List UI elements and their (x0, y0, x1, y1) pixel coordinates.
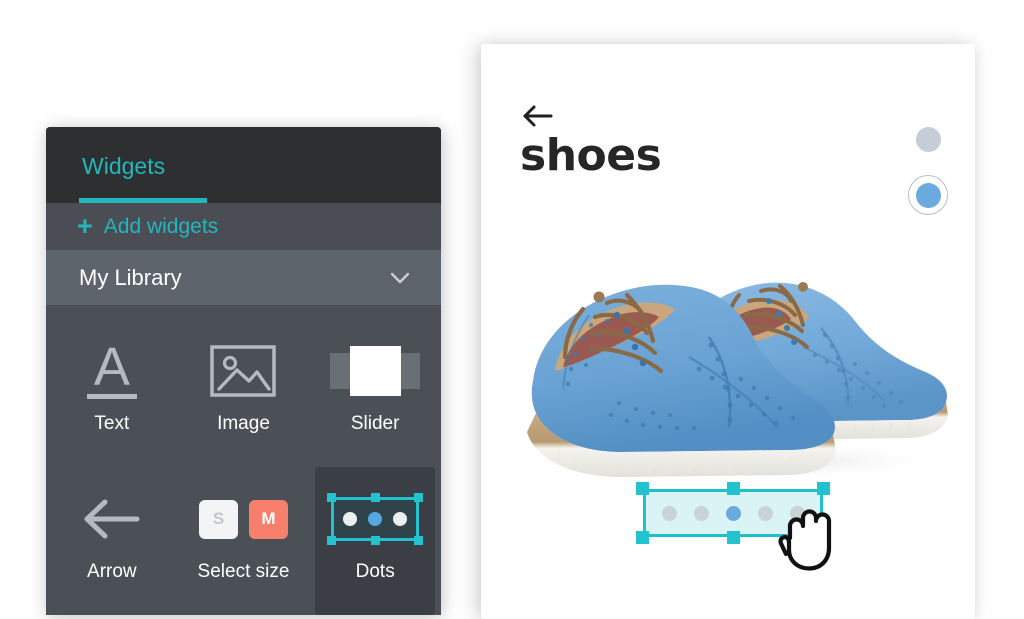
mini-handle-top-left (327, 493, 337, 502)
mini-handle-top-right (414, 493, 424, 502)
image-icon (209, 337, 277, 405)
dot-1[interactable] (661, 505, 677, 521)
resize-handle-top-center[interactable] (726, 482, 740, 495)
icon-dot-1 (343, 512, 358, 526)
widget-label: Text (94, 413, 130, 434)
size-chips-icon: S M (198, 485, 288, 553)
widget-label: Arrow (87, 561, 137, 582)
widget-label: Image (217, 413, 270, 434)
icon-dot-2-active (368, 512, 383, 526)
resize-handle-top-right[interactable] (817, 482, 830, 495)
hand-cursor-icon (776, 508, 838, 572)
widget-cell-dots[interactable]: Dots (315, 467, 435, 615)
tab-widgets[interactable]: Widgets (82, 153, 165, 180)
size-chip-s[interactable]: S (198, 499, 238, 539)
widget-cell-arrow[interactable]: Arrow (52, 467, 172, 615)
plus-icon: + (77, 211, 93, 241)
resize-handle-top-left[interactable] (636, 482, 649, 495)
mini-handle-bottom-center (370, 536, 380, 545)
dot-2[interactable] (693, 505, 709, 521)
color-swatch-blue[interactable] (908, 175, 948, 215)
resize-handle-bottom-center[interactable] (726, 531, 740, 544)
my-library-label: My Library (79, 264, 182, 290)
add-widgets-label: Add widgets (103, 214, 219, 238)
widget-grid: A Text Image Slider Arrow S M Select siz… (46, 305, 441, 615)
dots-icon (327, 485, 424, 553)
slider-side-right (400, 353, 421, 389)
swatch-dot (915, 182, 941, 208)
mini-handle-top-center (370, 493, 380, 502)
widget-cell-slider[interactable]: Slider (315, 319, 435, 467)
size-chip-m[interactable]: M (248, 499, 288, 539)
widget-label: Slider (350, 413, 400, 434)
slider-side-left (330, 353, 350, 389)
add-widgets-button[interactable]: + Add widgets (46, 203, 441, 250)
arrow-left-icon (79, 485, 145, 553)
resize-handle-bottom-left[interactable] (636, 531, 649, 544)
slider-icon (330, 337, 421, 405)
sidebar-tabbar: Widgets (46, 127, 441, 203)
widget-label: Select size (197, 561, 290, 582)
dot-4[interactable] (757, 505, 773, 521)
my-library-section-header[interactable]: My Library (46, 250, 441, 305)
widget-cell-select-size[interactable]: S M Select size (184, 467, 304, 615)
widget-label: Dots (355, 561, 395, 582)
widget-cell-text[interactable]: A Text (52, 319, 172, 467)
text-a-icon: A (86, 337, 137, 405)
color-swatch-list (906, 119, 950, 215)
mini-handle-bottom-left (327, 536, 337, 545)
page-title: shoes (520, 130, 662, 181)
dot-3-active[interactable] (725, 505, 741, 521)
widget-cell-image[interactable]: Image (184, 319, 304, 467)
widgets-sidebar: Widgets + Add widgets My Library A Text (46, 127, 441, 615)
product-image-shoes (503, 229, 963, 494)
icon-dot-3 (393, 512, 408, 526)
mini-handle-bottom-right (414, 536, 424, 545)
color-swatch-gray[interactable] (908, 119, 948, 159)
swatch-dot (915, 126, 941, 152)
slider-center (349, 346, 401, 396)
chevron-down-icon[interactable] (387, 265, 413, 291)
